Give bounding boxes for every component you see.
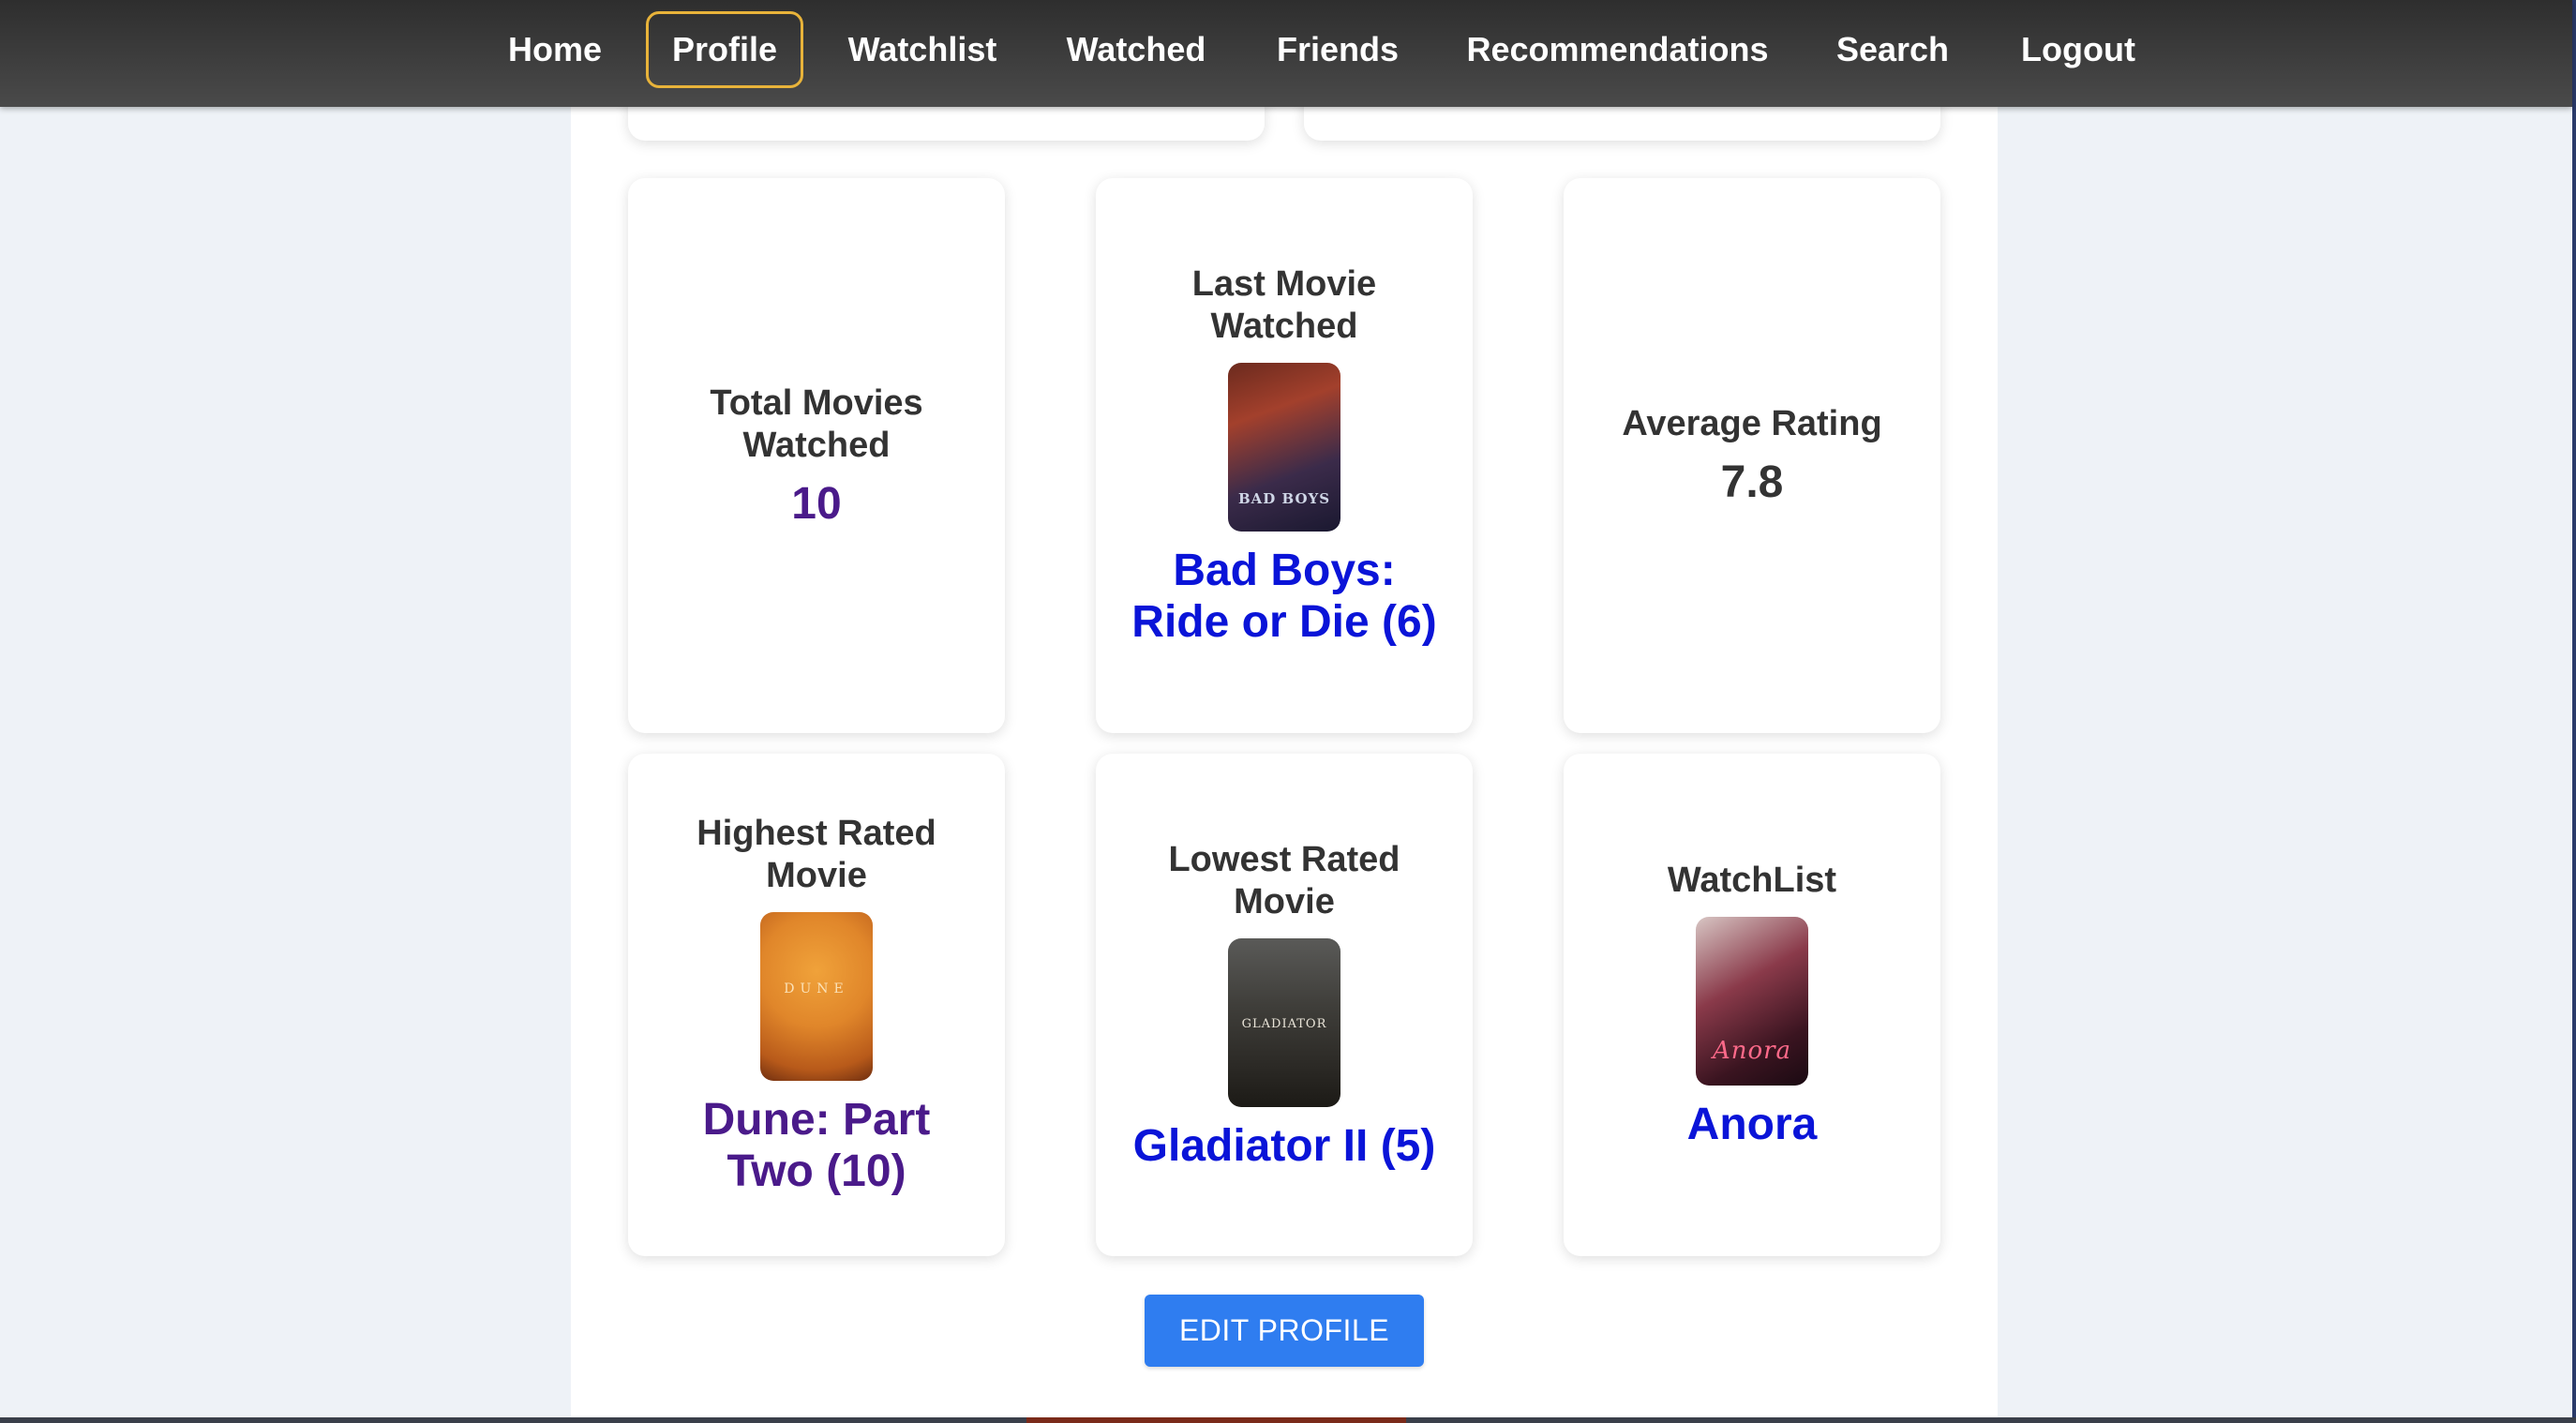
nav-logout[interactable]: Logout (2008, 11, 2149, 88)
bottom-accent (1026, 1417, 1406, 1423)
total-movies-label: Total Movies Watched (710, 382, 923, 465)
lowest-rated-card: Lowest Rated Movie GLADIATOR Gladiator I… (1096, 754, 1473, 1256)
watchlist-label: WatchList (1667, 861, 1837, 900)
nav-recommendations[interactable]: Recommendations (1458, 11, 1777, 88)
lowest-rated-poster-text: GLADIATOR (1241, 1016, 1327, 1031)
nav-friends[interactable]: Friends (1263, 11, 1413, 88)
last-movie-card: Last Movie Watched BAD BOYS Bad Boys: Ri… (1096, 178, 1473, 733)
nav-home[interactable]: Home (490, 11, 620, 88)
highest-rated-poster-text: DUNE (784, 981, 849, 996)
edit-profile-button[interactable]: EDIT PROFILE (1145, 1295, 1424, 1367)
nav-profile[interactable]: Profile (646, 11, 803, 88)
highest-rated-poster[interactable]: DUNE (760, 912, 873, 1081)
last-movie-link[interactable]: Bad Boys: Ride or Die (6) (1124, 545, 1445, 648)
last-movie-poster[interactable]: BAD BOYS (1228, 363, 1340, 532)
watchlist-card: WatchList Anora Anora (1564, 754, 1940, 1256)
highest-rated-label: Highest Rated Movie (696, 814, 936, 895)
average-rating-card: Average Rating 7.8 (1564, 178, 1940, 733)
nav-search[interactable]: Search (1822, 11, 1963, 88)
window-edge (2572, 0, 2576, 1423)
average-rating-value: 7.8 (1720, 457, 1784, 507)
lowest-rated-poster[interactable]: GLADIATOR (1228, 937, 1340, 1107)
watchlist-poster-text: Anora (1712, 1037, 1792, 1065)
highest-rated-card: Highest Rated Movie DUNE Dune: Part Two … (628, 754, 1005, 1256)
nav-watchlist[interactable]: Watchlist (835, 11, 1010, 88)
watchlist-link[interactable]: Anora (1687, 1099, 1818, 1150)
total-movies-value: 10 (791, 478, 842, 529)
total-movies-card: Total Movies Watched 10 (628, 178, 1005, 733)
average-rating-label: Average Rating (1622, 404, 1882, 443)
nav-watched[interactable]: Watched (1055, 11, 1218, 88)
last-movie-label: Last Movie Watched (1191, 264, 1377, 346)
lowest-rated-label: Lowest Rated Movie (1168, 839, 1400, 921)
watchlist-poster[interactable]: Anora (1696, 917, 1808, 1086)
last-movie-poster-text: BAD BOYS (1237, 490, 1331, 507)
top-navbar: Home Profile Watchlist Watched Friends R… (0, 0, 2572, 107)
lowest-rated-link[interactable]: Gladiator II (5) (1133, 1120, 1436, 1172)
highest-rated-link[interactable]: Dune: Part Two (10) (656, 1094, 977, 1197)
